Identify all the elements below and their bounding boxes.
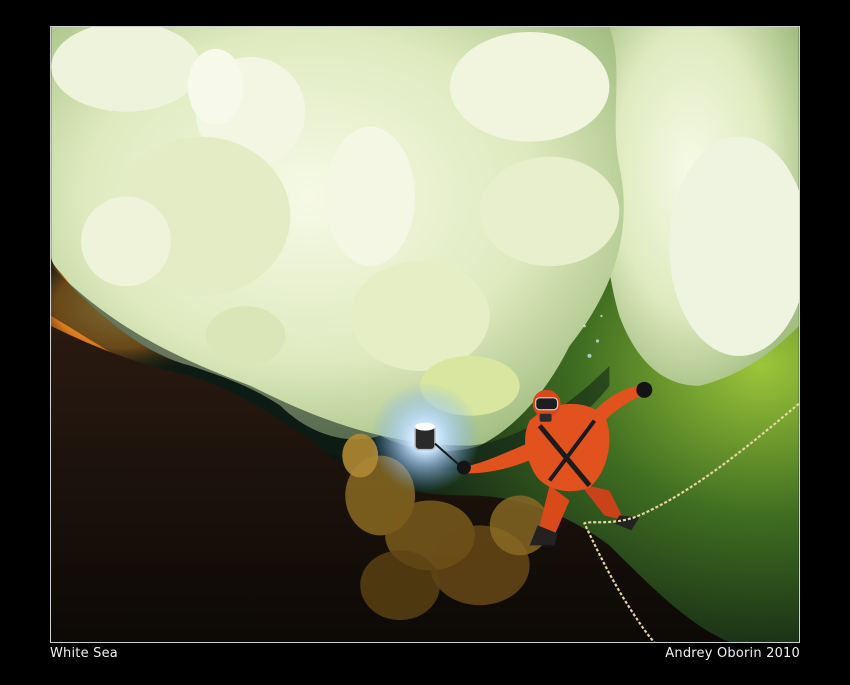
ice-lump xyxy=(187,48,244,125)
ice-lump xyxy=(479,156,620,267)
ice-lump xyxy=(350,261,490,371)
ice-lump xyxy=(205,306,286,366)
ice-lump xyxy=(449,31,610,142)
ice-lump xyxy=(325,126,416,267)
location-caption: White Sea xyxy=(50,646,118,661)
photographer-credit: Andrey Oborin 2010 xyxy=(665,646,800,661)
under-ice-dive-photo xyxy=(50,26,800,643)
ice-lump xyxy=(81,196,171,287)
photo-frame: White Sea Andrey Oborin 2010 xyxy=(0,0,850,685)
photo-illustration xyxy=(51,27,799,642)
